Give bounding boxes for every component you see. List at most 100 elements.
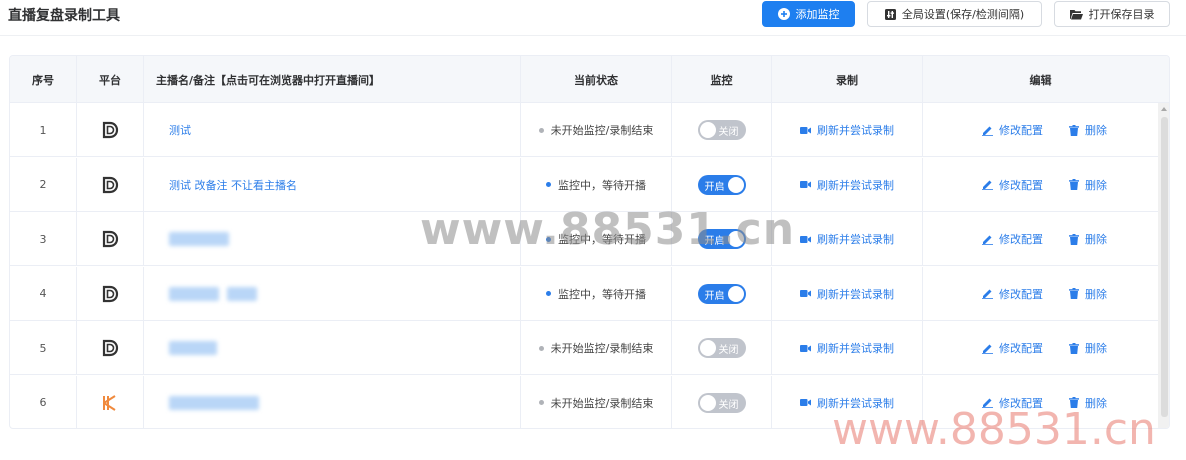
edit-config-button[interactable]: 修改配置 [982, 122, 1043, 138]
refresh-record-label: 刷新并尝试录制 [817, 396, 894, 410]
toggle-knob [699, 340, 716, 356]
refresh-record-button[interactable]: 刷新并尝试录制 [800, 340, 894, 356]
delete-button[interactable]: 删除 [1069, 231, 1107, 247]
status-dot-icon [546, 236, 551, 242]
table-scrollbar[interactable] [1158, 103, 1169, 428]
edit-config-label: 修改配置 [999, 287, 1043, 301]
toggle-knob [727, 285, 744, 302]
platform-cell [77, 321, 144, 375]
refresh-record-label: 刷新并尝试录制 [817, 342, 894, 355]
monitor-toggle[interactable]: 关闭 [697, 338, 746, 358]
trash-icon [1069, 288, 1079, 299]
monitor-toggle-label: 开启 [704, 236, 725, 247]
column-header-status: 当前状态 [521, 56, 672, 103]
monitor-toggle[interactable]: 关闭 [697, 392, 746, 413]
row-index: 5 [10, 321, 77, 375]
toggle-knob [727, 231, 744, 247]
open-save-dir-button[interactable]: 打开保存目录 [1054, 1, 1170, 27]
delete-button[interactable]: 删除 [1069, 395, 1107, 411]
streamer-name-cell[interactable]: 测试 [144, 103, 521, 157]
monitor-toggle[interactable]: 开启 [697, 174, 746, 195]
monitor-toggle[interactable]: 开启 [697, 283, 746, 304]
edit-config-button[interactable]: 修改配置 [982, 395, 1043, 411]
monitor-toggle[interactable]: 关闭 [697, 120, 746, 140]
toggle-knob [727, 176, 744, 193]
edit-config-button[interactable]: 修改配置 [982, 286, 1043, 302]
streamer-name-link[interactable]: 测试 [169, 122, 191, 138]
delete-label: 删除 [1085, 178, 1107, 192]
delete-button[interactable]: 删除 [1069, 340, 1107, 356]
monitor-toggle[interactable]: 开启 [697, 229, 746, 249]
streamer-name-cell[interactable] [144, 212, 521, 266]
edit-cell: 修改配置 删除 [923, 267, 1158, 321]
platform-cell [77, 157, 144, 212]
edit-config-button[interactable]: 修改配置 [982, 231, 1043, 247]
folder-open-icon [1069, 9, 1083, 19]
refresh-record-button[interactable]: 刷新并尝试录制 [800, 395, 894, 411]
streamer-name-link[interactable]: 测试 改备注 不让看主播名 [169, 177, 297, 193]
pencil-icon [982, 235, 993, 245]
pencil-icon [982, 180, 993, 190]
pencil-icon [982, 398, 993, 408]
blurred-name-block [169, 232, 229, 246]
global-settings-button[interactable]: 全局设置(保存/检测间隔) [867, 1, 1042, 27]
status-text: 未开始监控/录制结束 [550, 396, 654, 410]
status-dot-icon [538, 400, 544, 405]
streamer-name-cell[interactable] [144, 375, 521, 428]
column-header-platform: 平台 [77, 56, 144, 103]
scrollbar-thumb[interactable] [1161, 117, 1168, 417]
row-index: 3 [10, 212, 77, 266]
monitor-cell: 开启 [672, 157, 772, 212]
scroll-up-arrow-icon[interactable] [1161, 107, 1167, 111]
table-row: 2 测试 改备注 不让看主播名 监控中，等待开播 开启 刷新并尝试录制 修改配置… [10, 157, 1169, 212]
settings-panel-icon [884, 8, 896, 20]
streamer-name-cell[interactable]: 测试 改备注 不让看主播名 [144, 157, 521, 212]
delete-button[interactable]: 删除 [1069, 286, 1107, 302]
table-row: 5 未开始监控/录制结束 关闭 刷新并尝试录制 修改配置 删除 [10, 321, 1169, 375]
refresh-record-button[interactable]: 刷新并尝试录制 [800, 286, 894, 302]
status-dot-icon [538, 345, 544, 351]
column-header-edit: 编辑 [1029, 73, 1052, 87]
streamer-name-cell[interactable] [144, 321, 521, 375]
edit-config-button[interactable]: 修改配置 [982, 177, 1043, 193]
add-monitor-label: 添加监控 [795, 8, 840, 21]
delete-button[interactable]: 删除 [1069, 122, 1107, 138]
table-header: 序号 平台 主播名/备注【点击可在浏览器中打开直播间】 当前状态 监控 录制 编… [10, 56, 1169, 103]
platform-cell [77, 212, 144, 266]
delete-label: 删除 [1085, 287, 1107, 301]
table-row: 3 监控中，等待开播 开启 刷新并尝试录制 修改配置 删除 [10, 212, 1169, 266]
streamer-name-cell[interactable] [144, 266, 521, 321]
record-cell: 刷新并尝试录制 [772, 321, 923, 375]
add-monitor-button[interactable]: 添加监控 [762, 1, 855, 27]
pencil-icon [982, 344, 993, 354]
douyin-d-icon [101, 176, 119, 194]
status-indicator: 监控中，等待开播 [546, 286, 646, 302]
monitor-toggle-label: 关闭 [718, 345, 739, 356]
record-cell: 刷新并尝试录制 [772, 266, 923, 321]
douyin-d-icon [101, 121, 119, 139]
edit-config-label: 修改配置 [999, 342, 1043, 355]
monitor-cell: 开启 [672, 212, 772, 266]
delete-button[interactable]: 删除 [1069, 177, 1107, 193]
refresh-record-button[interactable]: 刷新并尝试录制 [800, 177, 894, 193]
trash-icon [1069, 233, 1079, 245]
blurred-name-block [169, 286, 219, 301]
row-index: 4 [10, 266, 77, 321]
edit-cell: 修改配置 删除 [923, 321, 1158, 375]
column-header-monitor: 监控 [672, 56, 772, 103]
delete-label: 删除 [1085, 233, 1107, 246]
delete-label: 删除 [1085, 342, 1107, 355]
pencil-icon [982, 289, 993, 299]
edit-config-button[interactable]: 修改配置 [982, 340, 1043, 356]
monitor-cell: 关闭 [672, 321, 772, 375]
trash-icon [1069, 179, 1079, 190]
edit-config-label: 修改配置 [999, 124, 1043, 137]
refresh-record-button[interactable]: 刷新并尝试录制 [800, 122, 894, 138]
app-title: 直播复盘录制工具 [8, 8, 120, 24]
blurred-name-block [169, 341, 217, 355]
refresh-record-button[interactable]: 刷新并尝试录制 [800, 231, 894, 247]
status-indicator: 未开始监控/录制结束 [538, 395, 654, 411]
monitor-toggle-label: 开启 [704, 181, 725, 193]
record-cell: 刷新并尝试录制 [772, 375, 923, 428]
status-cell: 监控中，等待开播 [521, 157, 672, 212]
